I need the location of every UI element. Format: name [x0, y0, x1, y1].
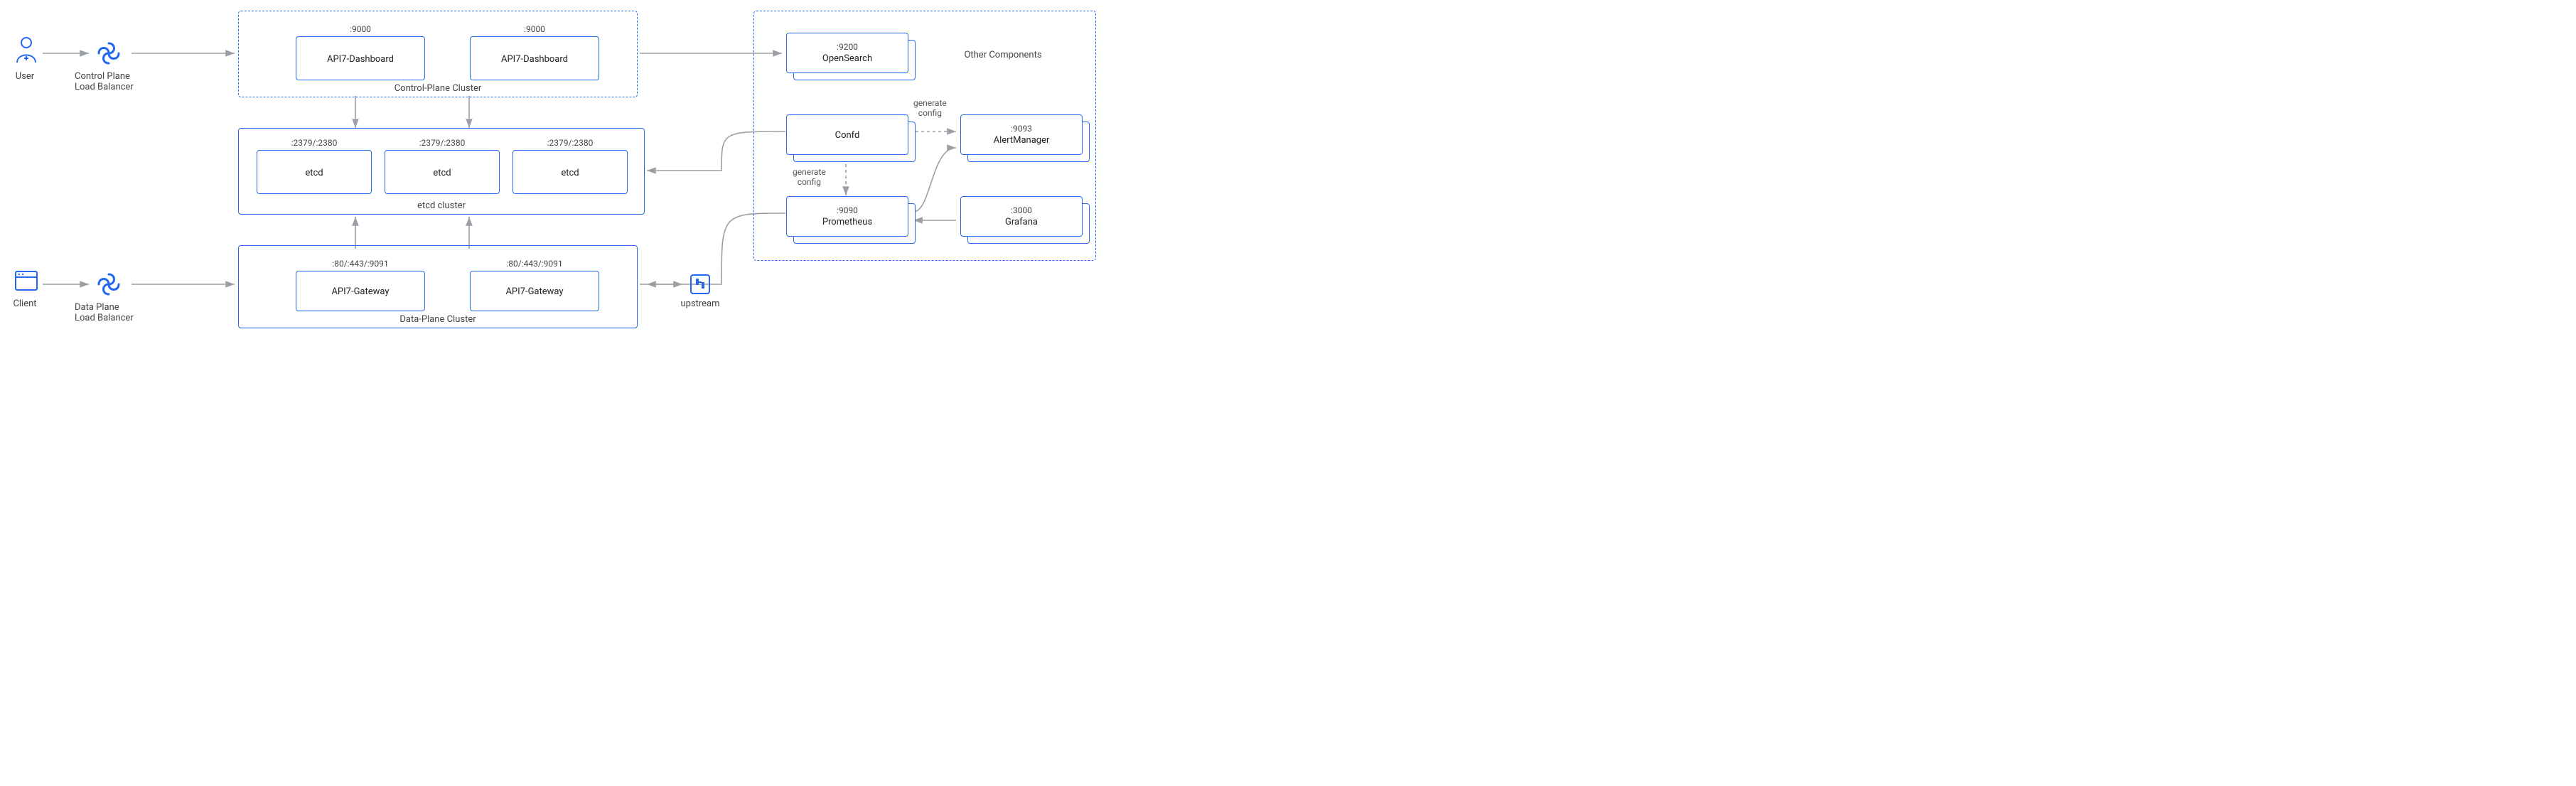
prometheus-node: :9090 Prometheus: [786, 196, 908, 237]
control-plane-cluster: :9000 API7-Dashboard :9000 API7-Dashboar…: [238, 11, 638, 97]
other-components-cluster: Other Components :9200 OpenSearch Confd …: [753, 11, 1096, 261]
alertmanager-node: :9093 AlertManager: [960, 114, 1083, 155]
etcd-cluster: :2379/:2380 etcd :2379/:2380 etcd :2379/…: [238, 128, 645, 215]
upstream-icon: [689, 274, 711, 298]
node-port: :80/:443/:9091: [332, 259, 388, 269]
user-label: User: [0, 71, 75, 82]
confd-node: Confd: [786, 114, 908, 155]
gateway-node: :80/:443/:9091 API7-Gateway: [470, 271, 599, 311]
node-name: API7-Dashboard: [501, 54, 568, 65]
node-name: AlertManager: [994, 135, 1050, 146]
upstream-label: upstream: [650, 298, 750, 309]
node-name: API7-Gateway: [505, 286, 563, 297]
node-name: Prometheus: [822, 217, 872, 227]
node-name: OpenSearch: [822, 53, 872, 64]
control-lb-label: Control Plane Load Balancer: [75, 71, 174, 92]
client-icon: [14, 270, 38, 294]
gateway-node: :80/:443/:9091 API7-Gateway: [296, 271, 425, 311]
dashboard-node: :9000 API7-Dashboard: [470, 36, 599, 80]
etcd-node: :2379/:2380 etcd: [257, 150, 372, 194]
node-name: API7-Gateway: [331, 286, 389, 297]
node-name: etcd: [305, 168, 323, 178]
node-port: :9090: [837, 205, 858, 215]
data-lb-label: Data Plane Load Balancer: [75, 302, 174, 323]
etcd-node: :2379/:2380 etcd: [512, 150, 628, 194]
dashboard-node: :9000 API7-Dashboard: [296, 36, 425, 80]
node-name: Confd: [835, 130, 860, 141]
grafana-node: :3000 Grafana: [960, 196, 1083, 237]
control-plane-label: Control-Plane Cluster: [239, 80, 637, 95]
data-plane-label: Data-Plane Cluster: [239, 311, 637, 326]
node-port: :2379/:2380: [419, 138, 466, 148]
client-label: Client: [0, 298, 75, 309]
control-lb-icon: [95, 39, 123, 70]
node-port: :9000: [350, 24, 371, 34]
data-lb-icon: [95, 270, 123, 301]
data-plane-cluster: :80/:443/:9091 API7-Gateway :80/:443/:90…: [238, 245, 638, 328]
etcd-node: :2379/:2380 etcd: [385, 150, 500, 194]
etcd-cluster-label: etcd cluster: [239, 198, 644, 212]
other-components-label: Other Components: [932, 47, 1074, 62]
node-name: Grafana: [1005, 217, 1038, 227]
node-port: :80/:443/:9091: [506, 259, 562, 269]
opensearch-node: :9200 OpenSearch: [786, 33, 908, 73]
node-port: :2379/:2380: [547, 138, 594, 148]
node-port: :9000: [524, 24, 545, 34]
edge-label-confd-alert: generate config: [913, 98, 947, 118]
node-port: :2379/:2380: [291, 138, 338, 148]
node-name: API7-Dashboard: [327, 54, 394, 65]
edge-label-confd-prom: generate config: [793, 167, 826, 187]
node-port: :3000: [1011, 205, 1032, 215]
node-name: etcd: [433, 168, 451, 178]
node-port: :9093: [1011, 124, 1032, 134]
user-icon: [14, 36, 38, 67]
node-name: etcd: [561, 168, 579, 178]
node-port: :9200: [837, 42, 858, 52]
